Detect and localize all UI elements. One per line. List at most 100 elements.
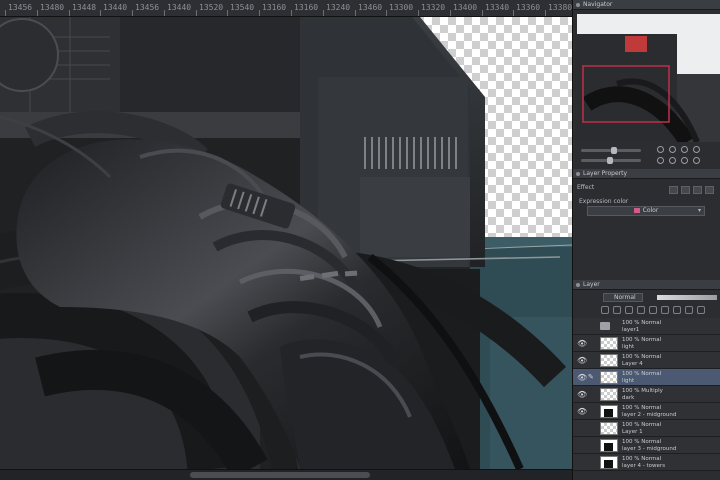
lock-icon[interactable] bbox=[625, 306, 633, 314]
new-folder-icon[interactable] bbox=[685, 306, 693, 314]
new-layer-icon[interactable] bbox=[673, 306, 681, 314]
eye-icon[interactable]: 👁 bbox=[577, 390, 587, 399]
layer-toolbar bbox=[577, 305, 720, 315]
layer-mode: 100 % Multiply bbox=[622, 388, 663, 394]
ruler-tick-mark bbox=[513, 10, 514, 16]
expression-color-value: Color bbox=[642, 207, 659, 214]
ruler-tick-mark bbox=[227, 10, 228, 16]
panel-menu-icon[interactable] bbox=[576, 283, 580, 287]
eye-icon[interactable]: 👁 bbox=[577, 407, 587, 416]
ruler-tick-mark bbox=[37, 10, 38, 16]
navigator-title: Navigator bbox=[583, 1, 613, 8]
rotate-left-icon[interactable] bbox=[657, 157, 664, 164]
ruler-tick-mark bbox=[196, 10, 197, 16]
layer-row[interactable]: 100 % Normal Layer 1 bbox=[573, 420, 720, 437]
ruler-tick-label: 13300 bbox=[389, 3, 414, 12]
ruler-tick-mark bbox=[450, 10, 451, 16]
eye-icon[interactable]: 👁 bbox=[577, 339, 587, 348]
ruler-tick-label: 13460 bbox=[358, 3, 383, 12]
delete-layer-icon[interactable] bbox=[697, 306, 705, 314]
layer-thumbnail bbox=[600, 422, 618, 435]
layer-name: layer1 bbox=[622, 327, 640, 333]
effect-extract-button[interactable] bbox=[705, 186, 714, 194]
zoom-out-icon[interactable] bbox=[669, 146, 676, 153]
fit-icon[interactable] bbox=[681, 146, 688, 153]
layer-row[interactable]: 👁 100 % Normal Layer 4 bbox=[573, 352, 720, 369]
layer-row[interactable]: 👁 100 % Normal light bbox=[573, 335, 720, 352]
panel-menu-icon[interactable] bbox=[576, 3, 580, 7]
layer-thumbnail bbox=[600, 405, 618, 418]
rotate-slider-knob[interactable] bbox=[607, 157, 613, 164]
clip-icon[interactable] bbox=[601, 306, 609, 314]
ruler-tick-label: 13340 bbox=[485, 3, 510, 12]
ruler-tick-label: 13360 bbox=[516, 3, 541, 12]
layer-mode: 100 % Normal bbox=[622, 320, 662, 326]
ruler-tick-label: 13448 bbox=[72, 3, 97, 12]
layer-mode: 100 % Normal bbox=[622, 371, 662, 377]
layer-row-selected[interactable]: 👁 ✎ 100 % Normal light bbox=[573, 369, 720, 386]
navigator-thumbnail bbox=[577, 14, 720, 142]
eye-icon[interactable]: 👁 bbox=[577, 356, 587, 365]
mask-icon[interactable] bbox=[649, 306, 657, 314]
layer-mode: 100 % Normal bbox=[622, 422, 662, 428]
navigator-preview[interactable] bbox=[577, 14, 720, 142]
flip-vertical-icon[interactable] bbox=[693, 157, 700, 164]
layer-thumbnail bbox=[600, 337, 618, 350]
layer-row[interactable]: 100 % Normal layer1 bbox=[573, 318, 720, 335]
layer-property-panel-header[interactable]: Layer Property bbox=[573, 169, 720, 179]
effect-color-button[interactable] bbox=[693, 186, 702, 194]
layer-row[interactable]: 👁 100 % Multiply dark bbox=[573, 386, 720, 403]
lock-alpha-icon[interactable] bbox=[637, 306, 645, 314]
rotate-right-icon[interactable] bbox=[669, 157, 676, 164]
effect-border-button[interactable] bbox=[669, 186, 678, 194]
zoom-in-icon[interactable] bbox=[657, 146, 664, 153]
layer-row[interactable]: 100 % Normal layer 4 - towers bbox=[573, 454, 720, 471]
reference-icon[interactable] bbox=[613, 306, 621, 314]
zoom-slider[interactable] bbox=[581, 147, 641, 154]
expression-color-label: Expression color bbox=[579, 198, 629, 205]
layer-name: layer 2 - midground bbox=[622, 412, 677, 418]
ruler-tick-mark bbox=[482, 10, 483, 16]
eye-icon[interactable]: 👁 bbox=[577, 373, 587, 382]
horizontal-scrollbar[interactable] bbox=[0, 469, 572, 480]
blend-mode-select[interactable]: Normal bbox=[603, 293, 643, 302]
blend-row: Normal bbox=[577, 292, 720, 304]
ruler-tick-mark bbox=[5, 10, 6, 16]
ruler-tick-label: 13440 bbox=[103, 3, 128, 12]
layer-row[interactable]: 100 % Normal layer 3 - midground bbox=[573, 437, 720, 454]
layer-thumbnail bbox=[600, 388, 618, 401]
flip-horizontal-icon[interactable] bbox=[681, 157, 688, 164]
drawing-canvas[interactable] bbox=[0, 17, 572, 469]
folder-icon bbox=[600, 322, 610, 330]
layer-thumbnail bbox=[600, 354, 618, 367]
ruler-tick-mark bbox=[259, 10, 260, 16]
ruler-tick-label: 13520 bbox=[199, 3, 224, 12]
opacity-slider[interactable] bbox=[657, 295, 717, 300]
scrollbar-thumb[interactable] bbox=[190, 472, 370, 478]
ruler-tick-label: 13320 bbox=[421, 3, 446, 12]
color-swatch-icon bbox=[633, 208, 640, 213]
navigator-panel-header[interactable]: Navigator bbox=[573, 0, 720, 10]
ruler-tick-label: 13160 bbox=[294, 3, 319, 12]
zoom-slider-knob[interactable] bbox=[611, 147, 617, 154]
ruler-tick-mark bbox=[386, 10, 387, 16]
layer-name: light bbox=[622, 378, 635, 384]
ruler-tick-mark bbox=[69, 10, 70, 16]
app-window: 13456 13480 13448 13440 13456 13440 13520 13540… bbox=[0, 0, 720, 480]
ruler-tick-mark bbox=[164, 10, 165, 16]
ruler-tick-mark bbox=[355, 10, 356, 16]
actual-size-icon[interactable] bbox=[693, 146, 700, 153]
panel-menu-icon[interactable] bbox=[576, 172, 580, 176]
ruler-tick-mark bbox=[418, 10, 419, 16]
rotate-slider[interactable] bbox=[581, 157, 641, 164]
ruler-icon[interactable] bbox=[661, 306, 669, 314]
layer-row[interactable]: 👁 100 % Normal layer 2 - midground bbox=[573, 403, 720, 420]
ruler-tick-label: 13380 bbox=[548, 3, 572, 12]
ruler-tick-label: 13160 bbox=[262, 3, 287, 12]
layer-panel-header[interactable]: Layer bbox=[573, 280, 720, 290]
layer-thumbnail bbox=[600, 371, 618, 384]
layer-list: 100 % Normal layer1 👁 100 % Normal light… bbox=[573, 318, 720, 480]
expression-color-select[interactable]: Color ▾ bbox=[587, 206, 705, 216]
layer-name: light bbox=[622, 344, 635, 350]
effect-tone-button[interactable] bbox=[681, 186, 690, 194]
